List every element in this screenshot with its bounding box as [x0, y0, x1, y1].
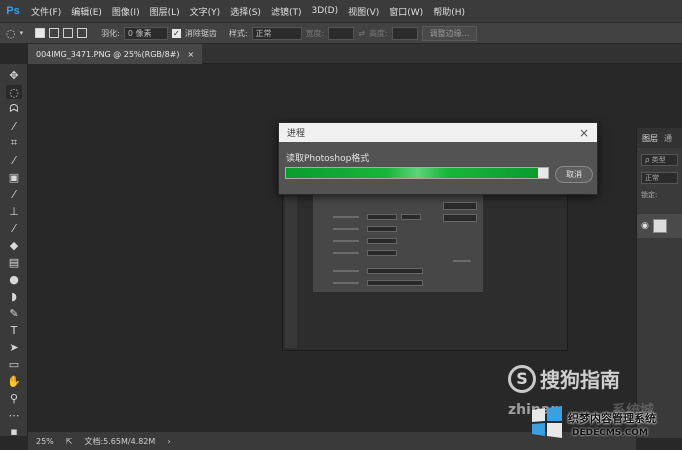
chevron-down-icon[interactable]: ▾	[20, 29, 24, 37]
document-tab-bar: 004IMG_3471.PNG @ 25%(RGB/8#) ×	[28, 44, 682, 64]
rectangle-tool-icon[interactable]: ▭	[6, 357, 22, 371]
style-select[interactable]: 正常	[251, 26, 302, 40]
eye-icon[interactable]: ◉	[641, 221, 649, 231]
zoom-tool-icon[interactable]: ⚲	[6, 391, 22, 405]
sogou-watermark: S 搜狗指南	[508, 364, 620, 393]
document-tab[interactable]: 004IMG_3471.PNG @ 25%(RGB/8#) ×	[28, 44, 203, 64]
cancel-button[interactable]: 取消	[555, 166, 593, 183]
menu-bar: Ps 文件(F) 编辑(E) 图像(I) 图层(L) 文字(Y) 选择(S) 滤…	[0, 0, 682, 22]
lasso-tool-icon[interactable]: ᗣ	[6, 102, 22, 116]
menu-select[interactable]: 选择(S)	[225, 5, 266, 18]
ellipse-marquee-tool-icon[interactable]: ◌	[6, 85, 22, 99]
height-label: 高度:	[368, 28, 388, 38]
menu-view[interactable]: 视图(V)	[343, 5, 384, 18]
tools-panel: ✥ ◌ ᗣ ⁄ ⌗ ⁄ ▣ ⁄ ⊥ ⁄ ◆ ▤ ● ◗ ✎ T ➤ ▭ ✋ ⚲ …	[0, 64, 28, 438]
pen-tool-icon[interactable]: ✎	[6, 306, 22, 320]
more-tools-icon[interactable]: ⋯	[6, 408, 22, 422]
refine-edge-button[interactable]: 调整边缘...	[421, 25, 478, 41]
photoshop-logo: Ps	[6, 5, 20, 17]
dedecms-domain-text: DEDECMS.COM	[572, 428, 648, 438]
dodge-tool-icon[interactable]: ◗	[6, 289, 22, 303]
menu-3d[interactable]: 3D(D)	[306, 6, 343, 16]
share-icon[interactable]: ⇱	[66, 437, 73, 446]
history-brush-tool-icon[interactable]: ⁄	[6, 221, 22, 235]
menu-file[interactable]: 文件(F)	[26, 5, 66, 18]
canvas-image-dialog	[313, 188, 483, 292]
close-icon[interactable]: ×	[187, 50, 194, 59]
swap-icon[interactable]: ⇄	[358, 29, 365, 38]
dialog-message: 读取Photoshop格式	[286, 154, 370, 164]
height-input[interactable]	[391, 26, 418, 40]
document-title: 004IMG_3471.PNG @ 25%(RGB/8#)	[36, 49, 180, 59]
antialias-checkbox[interactable]: ✓	[171, 28, 181, 38]
healing-brush-tool-icon[interactable]: ▣	[6, 170, 22, 184]
width-input[interactable]	[328, 26, 355, 40]
magic-wand-tool-icon[interactable]: ⁄	[6, 119, 22, 133]
add-selection-icon[interactable]	[49, 28, 60, 38]
channels-tab[interactable]: 通	[664, 133, 672, 144]
layer-row[interactable]: ◉	[637, 214, 682, 238]
brush-tool-icon[interactable]: ⁄	[6, 187, 22, 201]
windows-flag-icon	[532, 406, 562, 438]
canvas-image-toolbar	[285, 188, 297, 348]
eraser-tool-icon[interactable]: ◆	[6, 238, 22, 252]
zoom-level[interactable]: 25%	[36, 437, 54, 446]
feather-label: 羽化:	[101, 28, 120, 38]
crop-tool-icon[interactable]: ⌗	[6, 136, 22, 150]
dialog-title: 进程	[287, 129, 306, 139]
menu-layer[interactable]: 图层(L)	[145, 5, 185, 18]
lock-label: 锁定:	[641, 191, 658, 199]
style-label: 样式:	[228, 28, 248, 38]
subtract-selection-icon[interactable]	[63, 28, 74, 38]
progress-bar	[285, 167, 549, 179]
menu-image[interactable]: 图像(I)	[107, 5, 145, 18]
menu-filter[interactable]: 滤镜(T)	[266, 5, 307, 18]
feather-input[interactable]: 0 像素	[123, 26, 168, 40]
ellipse-marquee-preset-icon[interactable]: ◌	[6, 27, 16, 40]
dialog-titlebar: 进程 ×	[279, 123, 597, 142]
layer-filter-input[interactable]: ρ 类型	[641, 154, 678, 166]
progress-dialog: 进程 × 读取Photoshop格式 取消	[278, 122, 598, 195]
new-selection-icon[interactable]	[35, 28, 46, 38]
blend-mode-select[interactable]: 正常	[641, 172, 678, 184]
hand-tool-icon[interactable]: ✋	[6, 374, 22, 388]
width-label: 宽度:	[305, 28, 325, 38]
move-tool-icon[interactable]: ✥	[6, 68, 22, 82]
dedecms-watermark: 系统城 织梦内容管理系统 DEDECMS.COM	[528, 400, 678, 446]
blur-tool-icon[interactable]: ●	[6, 272, 22, 286]
dedecms-cn-text: 织梦内容管理系统	[568, 412, 656, 425]
layers-panel: 图层 通 ρ 类型 正常 锁定: ◉	[636, 128, 682, 438]
gradient-tool-icon[interactable]: ▤	[6, 255, 22, 269]
intersect-selection-icon[interactable]	[77, 28, 88, 38]
menu-type[interactable]: 文字(Y)	[185, 5, 226, 18]
antialias-label: 消除锯齿	[184, 28, 217, 38]
clone-stamp-tool-icon[interactable]: ⊥	[6, 204, 22, 218]
type-tool-icon[interactable]: T	[6, 323, 22, 337]
path-selection-tool-icon[interactable]: ➤	[6, 340, 22, 354]
layers-tab[interactable]: 图层	[642, 133, 658, 144]
menu-edit[interactable]: 编辑(E)	[66, 5, 107, 18]
options-bar: ◌ ▾ 羽化: 0 像素 ✓ 消除锯齿 样式: 正常 宽度: ⇄ 高度: 调整边…	[0, 22, 682, 44]
sogou-logo-icon: S	[508, 364, 536, 393]
sogou-watermark-text: 搜狗指南	[540, 368, 620, 392]
progress-fill	[286, 168, 538, 178]
close-icon[interactable]: ×	[579, 126, 589, 140]
document-size: 文档:5.65M/4.82M	[84, 436, 156, 446]
menu-help[interactable]: 帮助(H)	[428, 5, 470, 18]
chevron-right-icon[interactable]: ›	[167, 437, 170, 446]
layer-thumbnail	[652, 219, 667, 233]
color-swatches-icon[interactable]: ▪	[6, 424, 22, 438]
menu-window[interactable]: 窗口(W)	[384, 5, 428, 18]
eyedropper-tool-icon[interactable]: ⁄	[6, 153, 22, 167]
